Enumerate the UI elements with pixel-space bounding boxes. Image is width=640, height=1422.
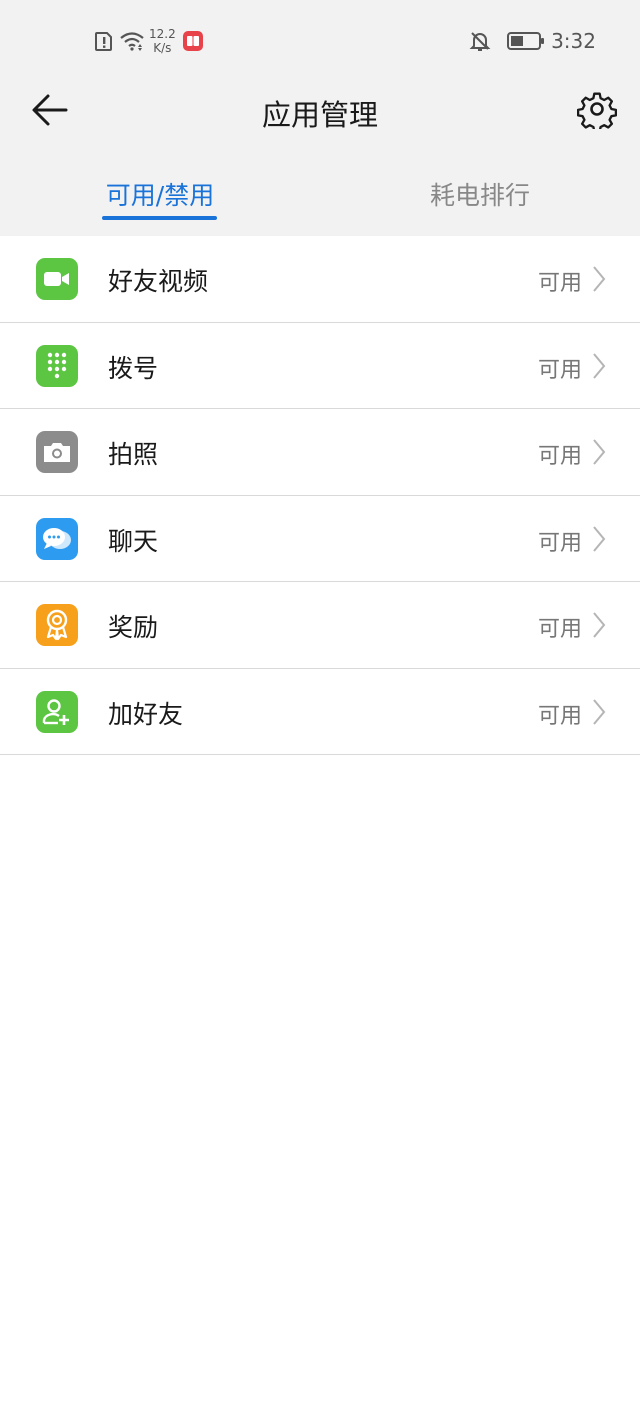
app-name: 好友视频	[108, 267, 209, 296]
award-icon	[36, 604, 78, 646]
video-icon	[36, 258, 78, 300]
app-status: 可用	[537, 444, 582, 469]
sim-alert-icon	[95, 30, 113, 52]
list-item-chat[interactable]: 聊天 可用	[0, 496, 640, 582]
app-notification-icon	[182, 30, 204, 52]
app-bar: 应用管理	[0, 80, 640, 156]
app-status: 可用	[537, 530, 582, 556]
network-speed-value: 12.2	[149, 27, 176, 41]
list-item-add-friend[interactable]: 加好友 可用	[0, 669, 640, 755]
clock: 3:32	[551, 29, 596, 53]
app-name: 拨号	[108, 353, 159, 383]
app-list: 好友视频 可用 拨号 可用 拍照 可用 聊天 可用 奖励 可用 加好友 可用	[0, 236, 640, 755]
app-status: 可用	[537, 703, 582, 729]
app-name: 聊天	[108, 526, 159, 556]
app-name: 加好友	[108, 699, 184, 729]
list-item-dialer[interactable]: 拨号 可用	[0, 323, 640, 409]
list-item-friend-video[interactable]: 好友视频 可用	[0, 236, 640, 323]
tab-enable-disable[interactable]: 可用/禁用	[0, 176, 320, 212]
chevron-right-icon	[593, 266, 606, 292]
tab-battery-ranking[interactable]: 耗电排行	[320, 176, 640, 212]
status-bar-right: 3:32	[469, 26, 596, 56]
app-status: 可用	[537, 271, 582, 296]
gear-icon	[577, 92, 617, 129]
camera-icon	[36, 431, 78, 473]
chevron-right-icon	[593, 352, 606, 379]
chevron-right-icon	[593, 439, 606, 465]
list-item-reward[interactable]: 奖励 可用	[0, 582, 640, 669]
page-title: 应用管理	[261, 98, 378, 132]
network-speed: 12.2 K/s	[149, 27, 176, 55]
wifi-icon	[119, 30, 145, 52]
app-status: 可用	[537, 617, 582, 642]
dialpad-icon	[36, 344, 78, 387]
app-name: 拍照	[108, 440, 159, 469]
chat-icon	[36, 517, 78, 560]
status-bar: 12.2 K/s 3:32	[0, 0, 640, 80]
chevron-right-icon	[593, 612, 606, 638]
app-name: 奖励	[108, 613, 159, 642]
network-speed-unit: K/s	[153, 41, 172, 55]
chevron-right-icon	[593, 698, 606, 725]
active-tab-indicator	[102, 216, 217, 220]
chevron-right-icon	[593, 525, 606, 552]
settings-button[interactable]	[574, 86, 620, 132]
bell-off-icon	[469, 30, 491, 52]
status-bar-left: 12.2 K/s	[95, 26, 204, 56]
list-item-camera[interactable]: 拍照 可用	[0, 409, 640, 496]
battery-icon	[507, 31, 545, 51]
tab-bar: 可用/禁用 耗电排行	[0, 156, 640, 236]
app-status: 可用	[537, 357, 582, 383]
add-friend-icon	[36, 690, 78, 733]
